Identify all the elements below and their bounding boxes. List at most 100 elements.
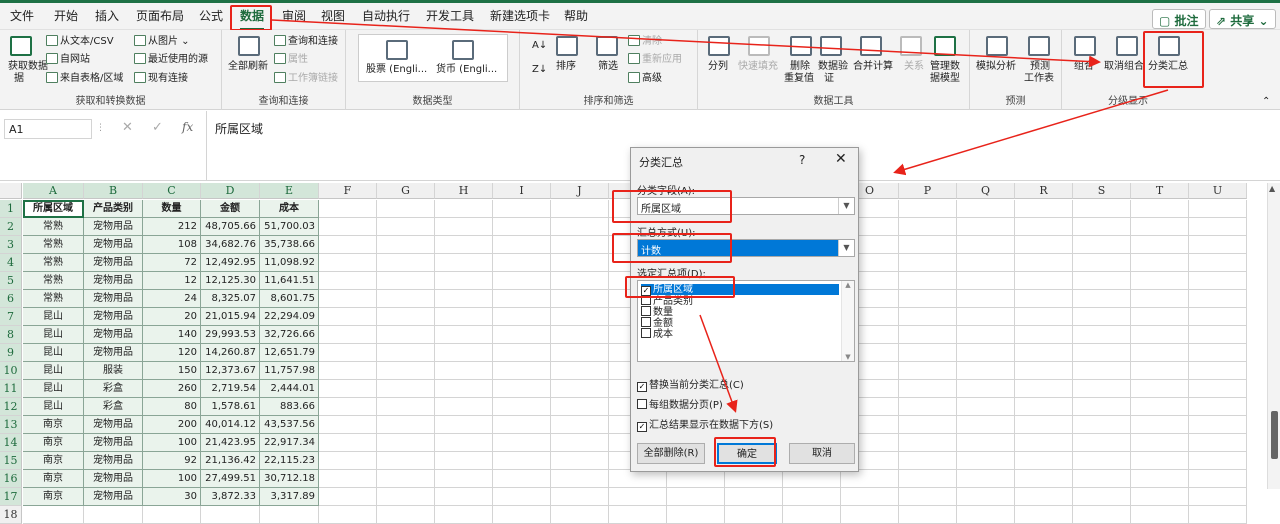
empty-cell[interactable]: [377, 416, 435, 434]
table-cell[interactable]: 883.66: [260, 398, 319, 416]
empty-cell[interactable]: [551, 416, 609, 434]
table-cell[interactable]: 彩盒: [84, 398, 143, 416]
comment-button[interactable]: ▢ 批注: [1152, 9, 1206, 29]
column-header-e[interactable]: E: [260, 183, 319, 199]
row-header-5[interactable]: 5: [0, 272, 22, 290]
table-cell[interactable]: 14,260.87: [201, 344, 260, 362]
table-cell[interactable]: 12,651.79: [260, 344, 319, 362]
column-header-b[interactable]: B: [84, 183, 143, 199]
tab-help[interactable]: 帮助: [564, 7, 588, 24]
data-validation-button[interactable]: 数据验: [818, 61, 848, 73]
empty-cell[interactable]: [1131, 506, 1189, 524]
from-picture-button[interactable]: 从图片 ⌄: [134, 35, 190, 48]
empty-cell[interactable]: [493, 218, 551, 236]
empty-cell[interactable]: [1131, 362, 1189, 380]
table-cell[interactable]: 宠物用品: [84, 326, 143, 344]
table-cell[interactable]: 宠物用品: [84, 290, 143, 308]
table-cell[interactable]: 27,499.51: [201, 470, 260, 488]
column-header-j[interactable]: J: [551, 183, 609, 199]
table-cell[interactable]: 1,578.61: [201, 398, 260, 416]
scroll-up-icon[interactable]: ▲: [842, 281, 854, 289]
empty-cell[interactable]: [957, 380, 1015, 398]
table-cell[interactable]: 宠物用品: [84, 254, 143, 272]
empty-cell[interactable]: [1015, 344, 1073, 362]
empty-cell[interactable]: [1073, 272, 1131, 290]
table-header-cell[interactable]: 数量: [143, 200, 201, 218]
table-cell[interactable]: 108: [143, 236, 201, 254]
empty-cell[interactable]: [957, 272, 1015, 290]
empty-cell[interactable]: [899, 308, 957, 326]
table-cell[interactable]: 32,726.66: [260, 326, 319, 344]
empty-cell[interactable]: [899, 452, 957, 470]
tab-formulas[interactable]: 公式: [199, 7, 223, 24]
empty-cell[interactable]: [899, 434, 957, 452]
empty-cell[interactable]: [551, 398, 609, 416]
empty-cell[interactable]: [377, 254, 435, 272]
table-cell[interactable]: 48,705.66: [201, 218, 260, 236]
empty-cell[interactable]: [435, 470, 493, 488]
name-box-dropdown-icon[interactable]: ⋮: [96, 123, 105, 133]
empty-cell[interactable]: [1015, 218, 1073, 236]
column-header-s[interactable]: S: [1073, 183, 1131, 199]
table-cell[interactable]: 21,136.42: [201, 452, 260, 470]
empty-cell[interactable]: [899, 416, 957, 434]
remove-all-button[interactable]: 全部删除(R): [637, 443, 705, 464]
table-cell[interactable]: 8,325.07: [201, 290, 260, 308]
empty-cell[interactable]: [435, 326, 493, 344]
empty-cell[interactable]: [551, 452, 609, 470]
cancel-button[interactable]: 取消: [789, 443, 855, 464]
empty-cell[interactable]: [1073, 380, 1131, 398]
column-header-u[interactable]: U: [1189, 183, 1247, 199]
empty-cell[interactable]: [377, 488, 435, 506]
empty-cell[interactable]: [667, 488, 725, 506]
name-box[interactable]: A1: [4, 119, 92, 139]
existing-connections-button[interactable]: 现有连接: [134, 72, 188, 85]
tab-review[interactable]: 审阅: [282, 7, 306, 24]
tab-new-tab[interactable]: 新建选项卡: [490, 7, 550, 24]
empty-cell[interactable]: [201, 506, 260, 524]
table-cell[interactable]: 51,700.03: [260, 218, 319, 236]
table-header-cell[interactable]: 金额: [201, 200, 260, 218]
empty-cell[interactable]: [319, 218, 377, 236]
empty-cell[interactable]: [435, 434, 493, 452]
empty-cell[interactable]: [1189, 416, 1247, 434]
empty-cell[interactable]: [493, 470, 551, 488]
forecast-sheet-button[interactable]: 预测: [1030, 61, 1050, 73]
empty-cell[interactable]: [493, 344, 551, 362]
reapply-button[interactable]: 重新应用: [628, 53, 682, 66]
empty-cell[interactable]: [1015, 254, 1073, 272]
table-cell[interactable]: 常熟: [23, 218, 84, 236]
row-header-14[interactable]: 14: [0, 434, 22, 452]
tab-page-layout[interactable]: 页面布局: [136, 7, 184, 24]
empty-cell[interactable]: [377, 470, 435, 488]
refresh-all-button[interactable]: 全部刷新: [228, 61, 268, 73]
empty-cell[interactable]: [1131, 434, 1189, 452]
page-break-option[interactable]: 每组数据分页(P): [637, 396, 723, 411]
empty-cell[interactable]: [319, 254, 377, 272]
empty-cell[interactable]: [609, 470, 667, 488]
table-cell[interactable]: 80: [143, 398, 201, 416]
empty-cell[interactable]: [551, 308, 609, 326]
empty-cell[interactable]: [493, 290, 551, 308]
empty-cell[interactable]: [319, 506, 377, 524]
checkbox-unchecked-icon[interactable]: [641, 328, 651, 338]
empty-cell[interactable]: [1131, 416, 1189, 434]
table-cell[interactable]: 100: [143, 434, 201, 452]
empty-cell[interactable]: [899, 272, 957, 290]
empty-cell[interactable]: [319, 398, 377, 416]
empty-cell[interactable]: [1189, 506, 1247, 524]
collapse-ribbon-icon[interactable]: ⌃: [1262, 96, 1270, 108]
empty-cell[interactable]: [899, 470, 957, 488]
empty-cell[interactable]: [435, 272, 493, 290]
empty-cell[interactable]: [143, 506, 201, 524]
row-header-13[interactable]: 13: [0, 416, 22, 434]
empty-cell[interactable]: [1073, 506, 1131, 524]
table-cell[interactable]: 南京: [23, 470, 84, 488]
empty-cell[interactable]: [957, 416, 1015, 434]
empty-cell[interactable]: [1131, 236, 1189, 254]
row-header-3[interactable]: 3: [0, 236, 22, 254]
empty-cell[interactable]: [493, 254, 551, 272]
empty-cell[interactable]: [493, 452, 551, 470]
forecast-sheet-button-line2[interactable]: 工作表: [1024, 73, 1054, 85]
empty-cell[interactable]: [841, 470, 899, 488]
